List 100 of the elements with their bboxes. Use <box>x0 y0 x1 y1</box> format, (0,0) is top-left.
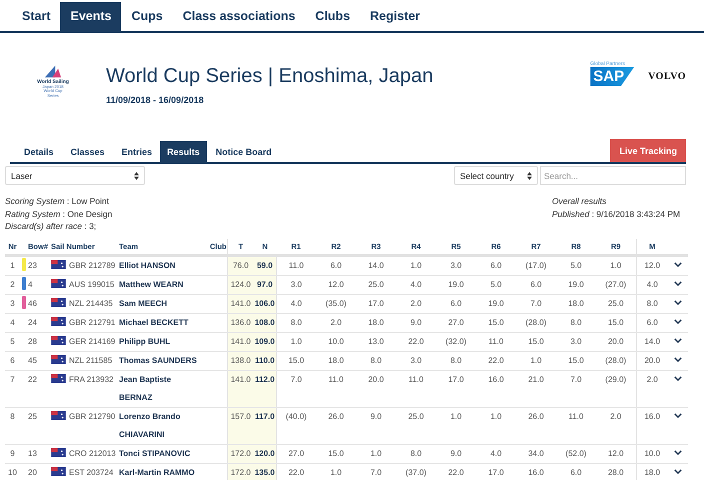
table-cell: 19.0 <box>448 280 464 288</box>
table-cell: 4 <box>28 280 32 288</box>
table-cell: 1.0 <box>530 356 542 364</box>
table-cell: NZL 214435 <box>69 298 113 308</box>
table-cell: 141.0 <box>230 298 251 308</box>
table-cell: 1.0 <box>410 260 422 270</box>
table-cell: EST 203724 <box>69 468 114 476</box>
table-cell: 1.0 <box>290 336 302 346</box>
chevron-down-icon[interactable] <box>674 338 682 343</box>
table-cell: 6.0 <box>570 468 582 476</box>
table-cell: GBR 212789 <box>69 260 116 270</box>
chevron-down-icon[interactable] <box>674 468 682 474</box>
table-cell: 11.0 <box>568 412 584 420</box>
table-cell: 20.0 <box>644 356 660 364</box>
table-cell: 24 <box>28 318 37 326</box>
table-cell: 2 <box>10 280 15 288</box>
table-cell: (28.0) <box>526 318 546 326</box>
table-cell: 2.0 <box>410 298 422 308</box>
table-cell: 3.0 <box>410 356 422 364</box>
table-cell: 4.0 <box>410 280 422 288</box>
flag-icon <box>51 466 66 476</box>
event-title: World Cup Series | Enoshima, Japan <box>106 65 434 88</box>
flag-icon <box>51 410 66 420</box>
table-cell: 7.0 <box>530 298 542 308</box>
table-cell: 14.0 <box>644 336 660 346</box>
chevron-down-icon[interactable] <box>674 412 682 418</box>
table-cell: (32.0) <box>446 336 466 346</box>
tab[interactable]: Classes <box>62 141 113 162</box>
table-cell: 8.0 <box>646 298 658 308</box>
table-cell: (52.0) <box>566 448 586 458</box>
table-cell: 20.0 <box>608 336 624 346</box>
table-cell: 15.0 <box>528 336 544 346</box>
flag-icon <box>51 298 66 307</box>
table-cell: 6.0 <box>646 318 658 326</box>
table-cell: 8.0 <box>290 318 302 326</box>
table-cell: 5.0 <box>490 280 502 288</box>
table-cell: 4 <box>10 318 15 326</box>
table-cell: 172.0 <box>230 448 251 458</box>
nav-link[interactable]: Start <box>12 2 60 31</box>
chevron-down-icon[interactable] <box>674 280 682 286</box>
table-cell: 5 <box>10 336 15 346</box>
chevron-down-icon[interactable] <box>674 376 682 381</box>
table-cell: 16.0 <box>644 412 660 420</box>
tab[interactable]: Notice Board <box>206 141 280 162</box>
class-select[interactable]: Laser <box>5 166 145 185</box>
table-cell: 9.0 <box>410 318 422 326</box>
chevron-down-icon[interactable] <box>674 300 682 305</box>
nav-link[interactable]: Register <box>360 2 430 31</box>
sponsor-logo: VOLVO <box>648 71 686 82</box>
table-cell: GER 214169 <box>69 336 116 346</box>
table-cell: 3.0 <box>450 260 462 270</box>
table-cell: 22.0 <box>288 468 304 476</box>
table-cell: 25.0 <box>368 280 384 288</box>
table-cell: 17.0 <box>488 468 504 476</box>
table-cell: 16.0 <box>528 468 544 476</box>
table-cell: 172.0 <box>230 468 251 476</box>
table-cell: 15.0 <box>568 356 584 364</box>
flag-icon <box>51 354 66 364</box>
nav-link[interactable]: Class associations <box>172 2 306 31</box>
team-name: Michael BECKETT <box>119 316 188 328</box>
nav-link[interactable]: Cups <box>121 2 173 31</box>
table-cell: 1.0 <box>450 412 462 420</box>
table-cell: 4.0 <box>490 448 502 458</box>
table-cell: 19.0 <box>488 298 504 308</box>
flag-icon <box>51 316 66 326</box>
event-dates: 11/09/2018 - 16/09/2018 <box>106 95 205 105</box>
chevron-down-icon[interactable] <box>674 262 682 267</box>
table-cell: 20.0 <box>368 374 384 384</box>
country-select[interactable]: Select country <box>454 166 538 185</box>
table-cell: GBR 212791 <box>69 318 116 326</box>
table-cell: 11.0 <box>488 336 504 346</box>
table-cell: 18.0 <box>644 468 660 476</box>
table-cell: 28 <box>28 336 37 346</box>
table-cell: 34.0 <box>528 448 544 458</box>
table-cell: 6.0 <box>490 260 502 270</box>
tab[interactable]: Entries <box>112 141 160 162</box>
chevron-down-icon[interactable] <box>674 450 682 455</box>
chevron-down-icon[interactable] <box>674 356 682 362</box>
table-cell: 15.0 <box>488 318 504 326</box>
table-cell: 1.0 <box>490 412 502 420</box>
table-cell: (40.0) <box>286 412 307 420</box>
sort-arrows-icon <box>527 172 532 180</box>
chevron-down-icon[interactable] <box>674 318 682 324</box>
table-cell: 8 <box>10 412 15 420</box>
nav-link[interactable]: Events <box>60 2 122 31</box>
table-cell: 17.0 <box>448 374 464 384</box>
table-cell: 19.0 <box>568 280 584 288</box>
flag-icon <box>51 374 66 383</box>
table-cell: 12.0 <box>608 448 624 458</box>
table-cell: 23 <box>28 260 37 270</box>
table-cell: 10.0 <box>644 448 660 458</box>
tab[interactable]: Details <box>10 141 62 162</box>
table-cell: (17.0) <box>526 260 546 270</box>
search-field[interactable]: Search... <box>540 166 686 185</box>
table-cell: 9.0 <box>370 412 382 420</box>
table-cell: 1.0 <box>330 468 342 476</box>
table-cell: 3 <box>10 298 15 308</box>
nav-link[interactable]: Clubs <box>305 2 360 31</box>
live-tracking-button[interactable]: Live Tracking <box>610 139 686 162</box>
tab[interactable]: Results <box>160 141 207 162</box>
